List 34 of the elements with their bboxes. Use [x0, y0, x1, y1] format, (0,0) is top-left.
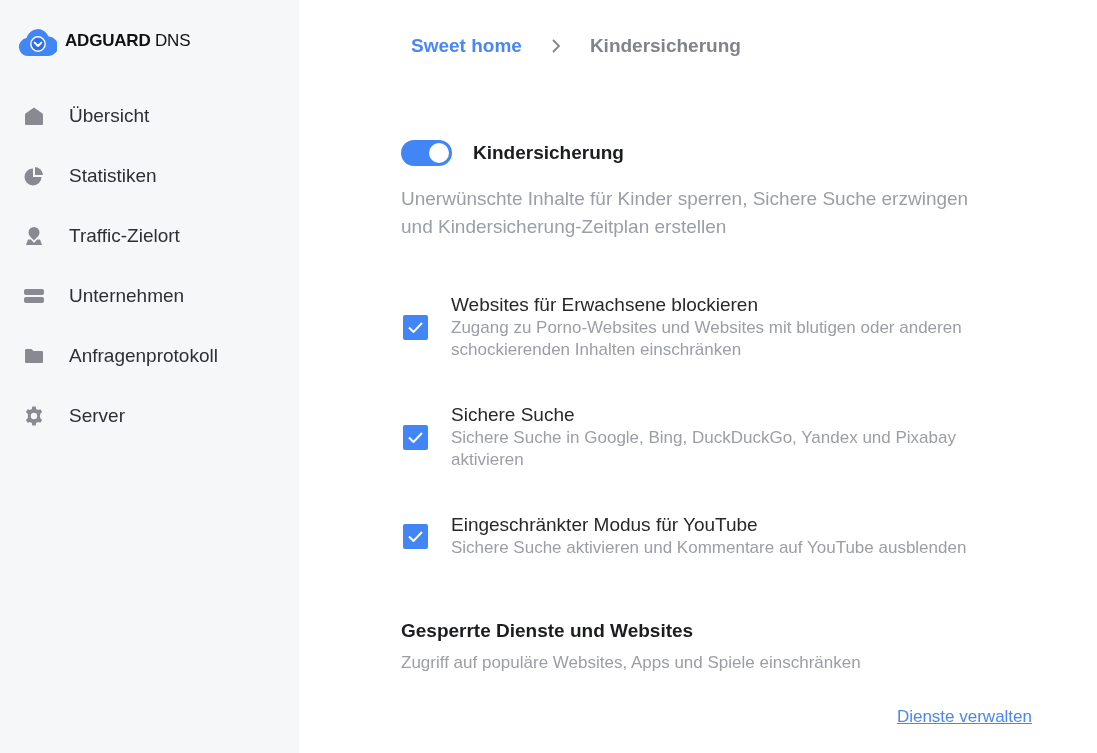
house-icon [24, 106, 44, 126]
nav-item[interactable]: Server [0, 386, 299, 446]
option-description: Zugang zu Porno-Websites und Websites mit blutigen oder anderen schockierenden Inhalten einschränken [451, 317, 963, 361]
option-description: Sichere Suche aktivieren und Kommentare auf YouTube ausblenden [451, 537, 967, 559]
checkmark-icon [408, 530, 423, 542]
chevron-right-icon [551, 39, 560, 53]
settings-icon [24, 406, 44, 426]
stacked-bars-icon [24, 286, 44, 306]
nav-item[interactable]: Unternehmen [0, 266, 299, 326]
breadcrumb-current: Kindersicherung [589, 35, 741, 57]
checkbox[interactable] [403, 314, 428, 340]
checkbox[interactable] [403, 424, 428, 450]
manage-services-link[interactable]: Dienste verwalten [896, 706, 1032, 728]
nav-item[interactable]: Traffic-Zielort [0, 206, 299, 266]
option-title: Eingeschränkter Modus für YouTube [451, 513, 759, 537]
section-description: Unerwünschte Inhalte für Kinder sperren, Sichere Suche erzwingen und Kindersicherung-Zeitplan erstellen [401, 187, 970, 239]
nav-item[interactable]: Übersicht [0, 86, 299, 146]
logo-text: ADGUARD DNS [65, 31, 191, 51]
cloud-logo-icon [19, 26, 57, 56]
nav-item[interactable]: Statistiken [0, 146, 299, 206]
section-title: Gesperrte Dienste und Websites [401, 619, 695, 643]
location-pin-icon [24, 226, 44, 246]
pie-chart-icon [24, 166, 44, 186]
checkmark-icon [408, 321, 423, 333]
section-description: Zugriff auf populäre Websites, Apps und Spiele einschränken [401, 652, 862, 674]
option-title: Websites für Erwachsene blockieren [451, 293, 759, 317]
checkbox[interactable] [403, 523, 428, 549]
checkmark-icon [408, 431, 423, 443]
toggle-label: Kindersicherung [473, 142, 624, 164]
option-title: Sichere Suche [451, 403, 576, 427]
nav-item[interactable]: Anfragenprotokoll [0, 326, 299, 386]
toggle-switch[interactable] [401, 140, 452, 166]
option-description: Sichere Suche in Google, Bing, DuckDuckGo, Yandex und Pixabay aktivieren [451, 427, 957, 471]
folder-icon [24, 346, 44, 366]
